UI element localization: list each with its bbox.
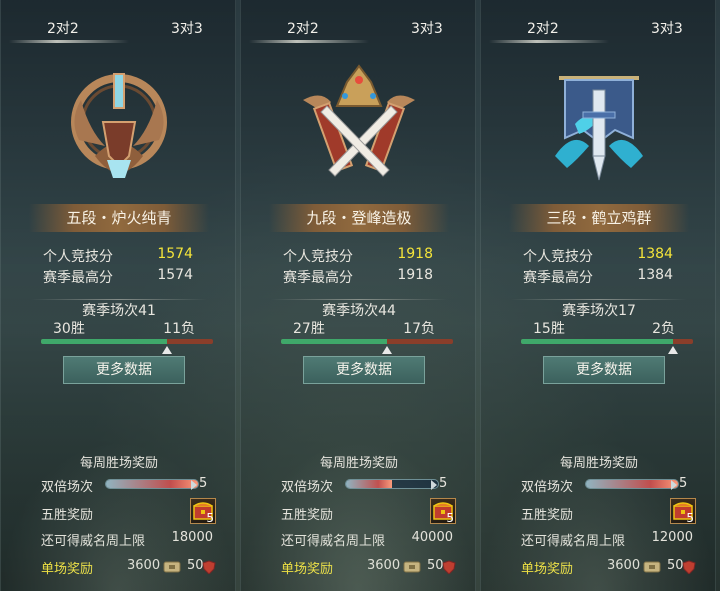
win-loss-fill [521,339,673,344]
coin-icon [643,559,661,578]
double-matches-count: 5 [430,476,448,491]
losses-count: 17负 [403,321,435,337]
single-reward-coin: 3600 [127,558,161,573]
season-best-value: 1574 [157,267,193,283]
rank-name-banner: 九段・登峰造极 [269,204,449,232]
wins-count: 27胜 [293,321,325,337]
tab-3v3[interactable]: 3对3 [171,18,203,38]
win-loss-bar [41,339,213,344]
treasure-chest-icon[interactable]: 5 [430,498,456,525]
win-loss-marker [667,346,678,354]
tab-3v3[interactable]: 3对3 [651,18,683,38]
single-reward-label: 单场奖励 [41,562,94,577]
rank-name-banner: 五段・炉火纯青 [29,204,209,232]
weekly-cap-label: 还可得威名周上限 [41,534,146,549]
five-win-label: 五胜奖励 [521,508,574,523]
personal-score-label: 个人竞技分 [43,249,113,265]
shield-icon [442,559,456,578]
tab-underline [9,40,129,43]
weekly-cap-label: 还可得威名周上限 [521,534,626,549]
rank-panel-1: 2对2 3对3 五段・炉火纯青 个人竞技分 1574 赛季最高分 1574 赛季… [0,0,236,591]
tab-3v3[interactable]: 3对3 [411,18,443,38]
mode-tabs: 2对2 3对3 [481,18,717,44]
season-best-value: 1384 [637,267,673,283]
double-matches-fill [106,480,198,488]
weekly-cap-value: 18000 [171,530,213,545]
weekly-reward-title: 每周胜场奖励 [559,456,638,471]
treasure-chest-icon[interactable]: 5 [670,498,696,525]
weekly-cap-value: 12000 [651,530,693,545]
personal-score-value: 1574 [157,246,193,262]
season-matches: 赛季场次17 [562,303,636,319]
double-matches-count: 5 [670,476,688,491]
double-matches-count: 5 [190,476,208,491]
weekly-cap-value: 40000 [411,530,453,545]
shield-icon [682,559,696,578]
mode-tabs: 2对2 3对3 [1,18,237,44]
tab-2v2[interactable]: 2对2 [47,18,79,38]
double-matches-bar [585,479,679,489]
more-data-button[interactable]: 更多数据 [303,356,425,384]
double-matches-bar [105,479,199,489]
win-loss-fill [41,339,167,344]
season-best-value: 1918 [397,267,433,283]
five-win-label: 五胜奖励 [41,508,94,523]
losses-count: 2负 [652,321,675,337]
tab-underline [249,40,369,43]
treasure-chest-icon[interactable]: 5 [190,498,216,525]
coin-icon [163,559,181,578]
personal-score-value: 1384 [637,246,673,262]
five-win-label: 五胜奖励 [281,508,334,523]
five-win-count: 5 [206,511,214,525]
five-win-count: 5 [686,511,694,525]
season-best-label: 赛季最高分 [283,270,353,286]
season-best-label: 赛季最高分 [523,270,593,286]
shield-icon [202,559,216,578]
win-loss-marker [161,346,172,354]
rank-panel-3: 2对2 3对3 三段・鹤立鸡群 个人竞技分 1384 赛季最高分 1384 赛季… [480,0,716,591]
double-matches-fill [346,480,392,488]
season-best-label: 赛季最高分 [43,270,113,286]
weekly-reward-title: 每周胜场奖励 [319,456,398,471]
crane-banner-sword-emblem-icon [539,60,659,195]
coin-icon [403,559,421,578]
double-matches-label: 双倍场次 [41,480,94,495]
win-loss-marker [381,346,392,354]
losses-count: 11负 [163,321,195,337]
rank-panel-2: 2对2 3对3 九段・登峰造极 个人竞技分 1918 赛季最高分 1918 赛季… [240,0,476,591]
personal-score-value: 1918 [397,246,433,262]
season-matches: 赛季场次44 [322,303,396,319]
weekly-reward-title: 每周胜场奖励 [79,456,158,471]
double-matches-label: 双倍场次 [281,480,334,495]
wins-count: 15胜 [533,321,565,337]
tab-2v2[interactable]: 2对2 [287,18,319,38]
double-matches-label: 双倍场次 [521,480,574,495]
personal-score-label: 个人竞技分 [283,249,353,265]
more-data-button[interactable]: 更多数据 [543,356,665,384]
double-matches-fill [586,480,678,488]
double-matches-bar [345,479,439,489]
single-reward-label: 单场奖励 [521,562,574,577]
bronze-blade-rank-emblem-icon [59,60,179,195]
personal-score-label: 个人竞技分 [523,249,593,265]
mode-tabs: 2对2 3对3 [241,18,477,44]
arena-rank-screen: 2对2 3对3 五段・炉火纯青 个人竞技分 1574 赛季最高分 1574 赛季… [0,0,720,591]
single-reward-label: 单场奖励 [281,562,334,577]
weekly-cap-label: 还可得威名周上限 [281,534,386,549]
single-reward-coin: 3600 [607,558,641,573]
season-matches: 赛季场次41 [82,303,156,319]
more-data-button[interactable]: 更多数据 [63,356,185,384]
wins-count: 30胜 [53,321,85,337]
single-reward-coin: 3600 [367,558,401,573]
crowned-crossed-swords-emblem-icon [299,60,419,195]
win-loss-fill [281,339,387,344]
rank-name-banner: 三段・鹤立鸡群 [509,204,689,232]
tab-2v2[interactable]: 2对2 [527,18,559,38]
tab-underline [489,40,609,43]
win-loss-bar [521,339,693,344]
five-win-count: 5 [446,511,454,525]
win-loss-bar [281,339,453,344]
